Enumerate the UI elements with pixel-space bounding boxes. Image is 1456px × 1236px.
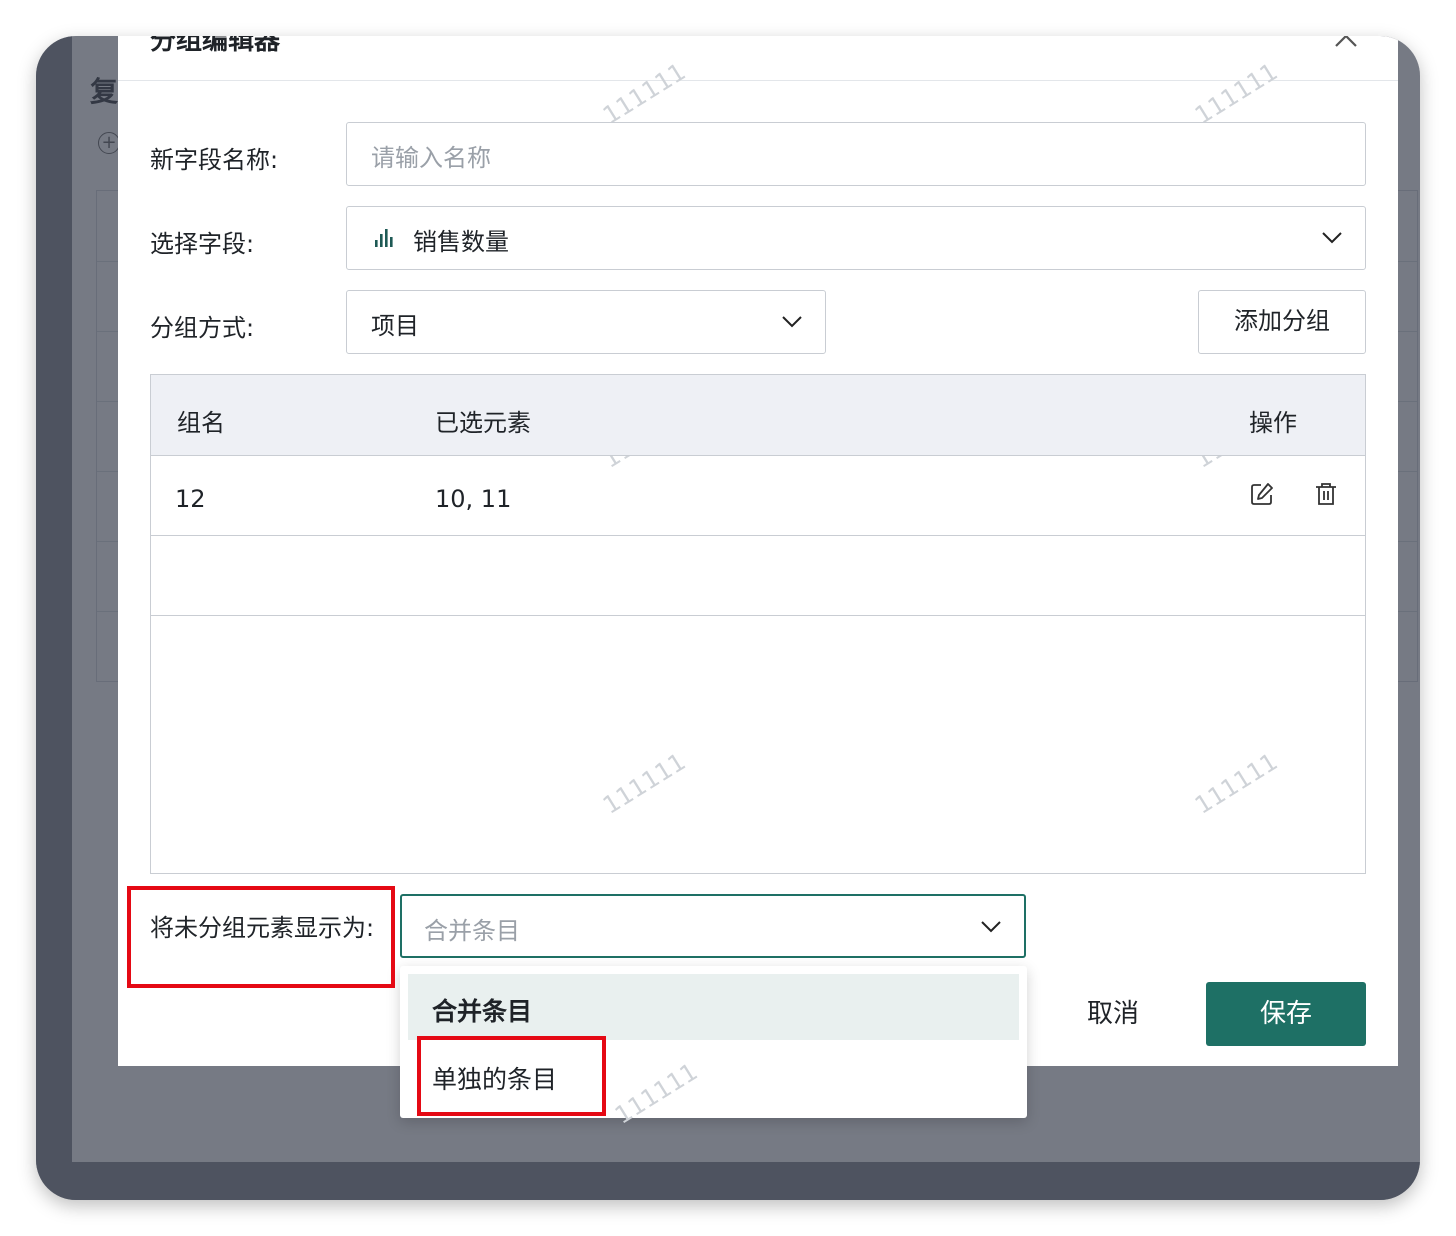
unmatched-elements-value: 合并条目: [424, 917, 520, 945]
new-field-name-input[interactable]: 请输入名称: [346, 122, 1366, 186]
watermark: 111111: [1190, 57, 1283, 130]
empty-table-row: [151, 535, 1365, 616]
dialog-title: 分组编辑器: [150, 36, 281, 56]
add-group-button[interactable]: 添加分组: [1198, 290, 1366, 354]
cancel-button[interactable]: 取消: [1058, 982, 1168, 1046]
save-button[interactable]: 保存: [1206, 982, 1366, 1046]
group-method-dropdown[interactable]: 项目: [346, 290, 826, 354]
column-header-group-name: 组名: [177, 409, 225, 437]
column-header-selected-elements: 已选元素: [435, 409, 531, 437]
select-field-label: 选择字段:: [150, 230, 255, 258]
close-icon[interactable]: [1332, 36, 1360, 50]
selected-elements-cell: 10, 11: [435, 485, 512, 513]
column-header-actions: 操作: [1249, 409, 1297, 437]
group-method-label: 分组方式:: [150, 314, 255, 342]
unmatched-elements-dropdown[interactable]: 合并条目: [400, 894, 1026, 958]
new-field-name-placeholder: 请输入名称: [371, 144, 491, 172]
highlight-box: [417, 1036, 606, 1116]
group-table: 组名 已选元素 操作 12 10, 11: [150, 374, 1366, 874]
option-merge-items[interactable]: 合并条目: [408, 974, 1019, 1040]
group-method-value: 项目: [371, 312, 419, 340]
select-field-dropdown[interactable]: 销售数量: [346, 206, 1366, 270]
chevron-down-icon: [1322, 232, 1342, 244]
chevron-down-icon: [981, 921, 1001, 933]
select-field-value: 销售数量: [413, 228, 509, 256]
group-name-cell: 12: [175, 485, 206, 513]
edit-icon[interactable]: [1249, 481, 1275, 507]
delete-icon[interactable]: [1313, 481, 1339, 507]
screenshot-frame: 复 + 分组编辑器 111111 111111 111111 111111 11…: [36, 36, 1420, 1200]
bar-chart-icon: [375, 229, 393, 247]
table-row: 12 10, 11: [151, 455, 1365, 536]
highlight-box: [127, 886, 395, 988]
option-label: 合并条目: [432, 997, 533, 1026]
new-field-name-label: 新字段名称:: [150, 146, 279, 174]
chevron-down-icon: [782, 316, 802, 328]
watermark: 111111: [598, 57, 691, 130]
table-header: 组名 已选元素 操作: [151, 375, 1365, 456]
header-divider: [118, 80, 1398, 81]
